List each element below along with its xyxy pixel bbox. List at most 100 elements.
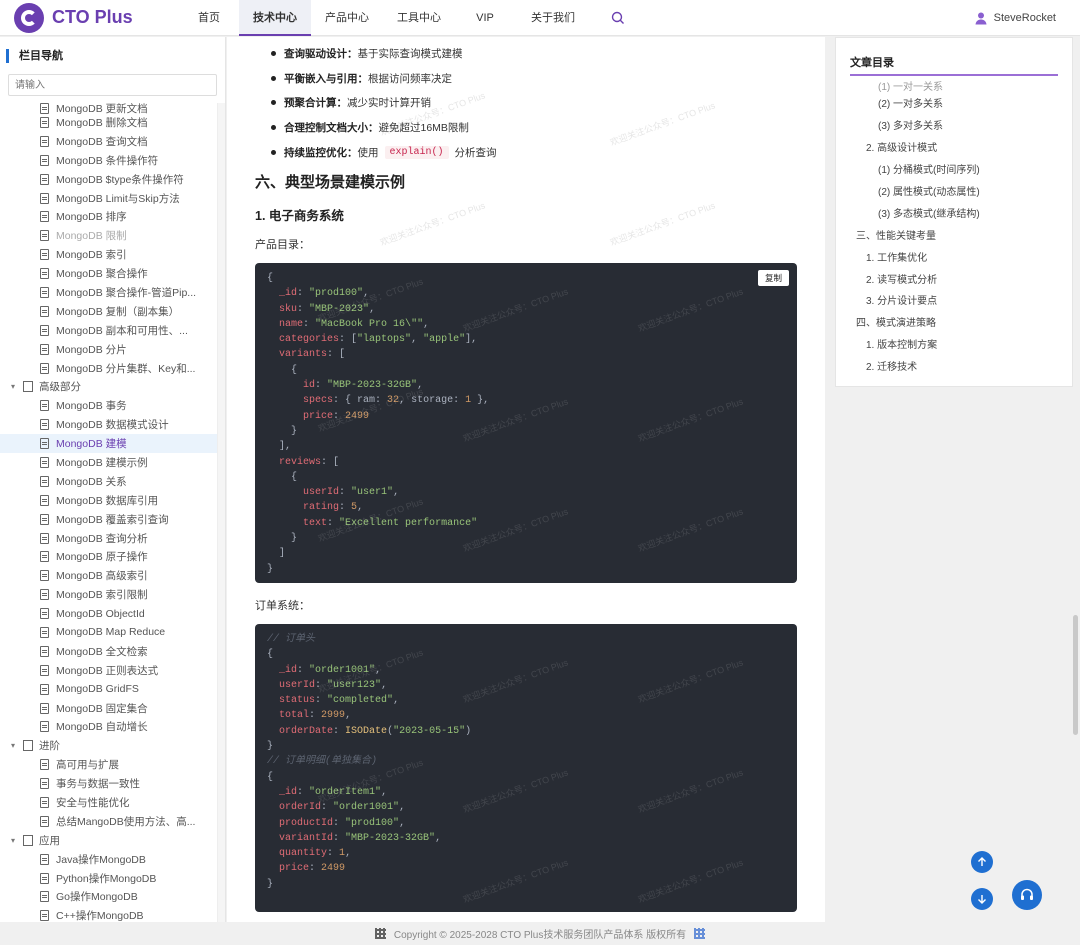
- nav-product-center[interactable]: 产品中心: [311, 0, 383, 36]
- code-block-products: 复制 { _id: "prod100", sku: "MBP-2023", na…: [255, 263, 797, 583]
- toc-item[interactable]: 四、模式演进策略: [836, 311, 1072, 333]
- sidebar-folder[interactable]: ▾ 进阶: [0, 736, 218, 755]
- sidebar-item[interactable]: 事务与数据一致性: [0, 774, 218, 793]
- sidebar-item[interactable]: Go操作MongoDB: [0, 888, 218, 907]
- sidebar-item[interactable]: MongoDB 副本和可用性、...: [0, 321, 218, 340]
- search-icon[interactable]: [611, 11, 625, 25]
- sidebar-item[interactable]: MongoDB 分片: [0, 340, 218, 359]
- toc-item[interactable]: (2) 属性模式(动态属性): [836, 180, 1072, 202]
- sidebar-item[interactable]: MongoDB 删除文档: [0, 113, 218, 132]
- sidebar-item[interactable]: 总结MangoDB使用方法、高...: [0, 812, 218, 831]
- sidebar-item-label: Java操作MongoDB: [56, 853, 146, 866]
- sidebar-item[interactable]: 安全与性能优化: [0, 793, 218, 812]
- sidebar-item[interactable]: MongoDB Map Reduce: [0, 623, 218, 642]
- sidebar-item[interactable]: MongoDB 事务: [0, 396, 218, 415]
- arrow-down-icon: [978, 895, 986, 904]
- document-icon: [40, 324, 49, 336]
- toc-item[interactable]: (3) 多对多关系: [836, 114, 1072, 136]
- sidebar-item[interactable]: MongoDB 索引限制: [0, 585, 218, 604]
- scrollbar-thumb[interactable]: [1073, 615, 1078, 735]
- sidebar-item[interactable]: MongoDB 查询分析: [0, 529, 218, 548]
- sidebar-item[interactable]: MongoDB 固定集合: [0, 699, 218, 718]
- nav-home[interactable]: 首页: [179, 0, 239, 36]
- sidebar-item[interactable]: MongoDB 自动增长: [0, 718, 218, 737]
- logo[interactable]: CTO Plus: [14, 2, 164, 33]
- nav-tools-center[interactable]: 工具中心: [383, 0, 455, 36]
- sidebar-item[interactable]: MongoDB 建模: [0, 434, 218, 454]
- sidebar-item-label: MongoDB 分片: [56, 343, 127, 356]
- sidebar-item[interactable]: MongoDB $type条件操作符: [0, 170, 218, 189]
- sidebar-item-label: MongoDB GridFS: [56, 683, 139, 696]
- customer-service-button[interactable]: [1012, 880, 1042, 910]
- user-menu[interactable]: SteveRocket: [974, 0, 1056, 36]
- sidebar-item[interactable]: MongoDB Limit与Skip方法: [0, 189, 218, 208]
- copy-button[interactable]: 复制: [757, 270, 789, 286]
- sidebar-scrollbar[interactable]: [217, 103, 225, 922]
- toc-item[interactable]: 三、性能关键考量: [836, 223, 1072, 245]
- sidebar-item[interactable]: MongoDB 原子操作: [0, 547, 218, 566]
- document-icon: [40, 589, 49, 601]
- toc-item[interactable]: 2. 高级设计模式: [836, 136, 1072, 158]
- sidebar-item[interactable]: MongoDB 正则表达式: [0, 661, 218, 680]
- sidebar-item[interactable]: MongoDB GridFS: [0, 680, 218, 699]
- toc-item[interactable]: (1) 分桶模式(时间序列): [836, 158, 1072, 180]
- inline-code: explain(): [384, 145, 449, 159]
- top-navbar: CTO Plus 首页 技术中心 产品中心 工具中心 VIP 关于我们 Stev…: [0, 0, 1080, 36]
- sidebar-item[interactable]: MongoDB 复制（副本集）: [0, 302, 218, 321]
- nav-vip[interactable]: VIP: [455, 0, 515, 36]
- toc-item[interactable]: (3) 多态模式(继承结构): [836, 201, 1072, 223]
- sidebar-item[interactable]: MongoDB 高级索引: [0, 566, 218, 585]
- sidebar-item[interactable]: 高可用与扩展: [0, 755, 218, 774]
- sidebar-item[interactable]: MongoDB 分片集群、Key和...: [0, 359, 218, 378]
- scroll-top-button[interactable]: [971, 851, 993, 873]
- sidebar-item[interactable]: MongoDB ObjectId: [0, 604, 218, 623]
- sidebar-item-label: MongoDB Map Reduce: [56, 626, 166, 639]
- sidebar-folder[interactable]: ▾ 高级部分: [0, 377, 218, 396]
- column-sidebar: 栏目导航 MongoDB 更新文档MongoDB 删除文档 MongoDB 查询文…: [0, 37, 226, 922]
- sidebar-item-label: MongoDB 条件操作符: [56, 154, 159, 167]
- toc-item[interactable]: 1. 工作集优化: [836, 245, 1072, 267]
- folder-icon: [23, 381, 33, 393]
- chevron-down-icon[interactable]: ▾: [11, 741, 23, 750]
- sidebar-item[interactable]: MongoDB 更新文档: [0, 103, 218, 115]
- toc-item[interactable]: 3. 分片设计要点: [836, 289, 1072, 311]
- sidebar-item[interactable]: Python操作MongoDB: [0, 869, 218, 888]
- toc-item[interactable]: 2. 读写模式分析: [836, 267, 1072, 289]
- toc-item[interactable]: (2) 一对多关系: [836, 92, 1072, 114]
- nav-tech-center[interactable]: 技术中心: [239, 0, 311, 36]
- sidebar-item[interactable]: MongoDB 数据库引用: [0, 491, 218, 510]
- toc-item[interactable]: 2. 迁移技术: [836, 355, 1072, 377]
- sidebar-item-label: MongoDB 查询分析: [56, 532, 148, 545]
- sidebar-item[interactable]: MongoDB 覆盖索引查询: [0, 510, 218, 529]
- document-icon: [40, 551, 49, 563]
- chevron-down-icon[interactable]: ▾: [11, 836, 23, 845]
- sidebar-item[interactable]: MongoDB 排序: [0, 207, 218, 226]
- sidebar-item[interactable]: MongoDB 聚合操作-管道Pip...: [0, 283, 218, 302]
- sidebar-item-label: MongoDB 查询文档: [56, 135, 148, 148]
- page-scrollbar[interactable]: [1073, 40, 1078, 920]
- sidebar-item[interactable]: MongoDB 限制: [0, 226, 218, 245]
- sidebar-folder[interactable]: ▾ 应用: [0, 831, 218, 850]
- chevron-down-icon[interactable]: ▾: [11, 382, 23, 391]
- toc-item[interactable]: (1) 一对一关系: [836, 78, 1072, 93]
- document-icon: [40, 305, 49, 317]
- sidebar-item[interactable]: Java操作MongoDB: [0, 850, 218, 869]
- document-icon: [40, 400, 49, 412]
- sidebar-search-input[interactable]: [8, 74, 217, 96]
- sidebar-item[interactable]: C++操作MongoDB: [0, 906, 218, 922]
- sidebar-item[interactable]: MongoDB 建模示例: [0, 453, 218, 472]
- toc-item[interactable]: 1. 版本控制方案: [836, 333, 1072, 355]
- sidebar-item[interactable]: MongoDB 查询文档: [0, 132, 218, 151]
- scroll-bottom-button[interactable]: [971, 888, 993, 910]
- sidebar-item[interactable]: MongoDB 条件操作符: [0, 151, 218, 170]
- sidebar-item[interactable]: MongoDB 索引: [0, 245, 218, 264]
- document-icon: [40, 645, 49, 657]
- best-practice-list: 查询驱动设计： 基于实际查询模式建模 平衡嵌入与引用： 根据访问频率决定 预聚合计算：减…: [267, 41, 497, 164]
- sidebar-item[interactable]: MongoDB 关系: [0, 472, 218, 491]
- sidebar-item[interactable]: MongoDB 聚合操作: [0, 264, 218, 283]
- nav-about[interactable]: 关于我们: [515, 0, 591, 36]
- sidebar-item[interactable]: MongoDB 数据模式设计: [0, 415, 218, 434]
- sidebar-item-label: MongoDB 复制（副本集）: [56, 305, 180, 318]
- document-icon: [40, 797, 49, 808]
- sidebar-item[interactable]: MongoDB 全文检索: [0, 642, 218, 661]
